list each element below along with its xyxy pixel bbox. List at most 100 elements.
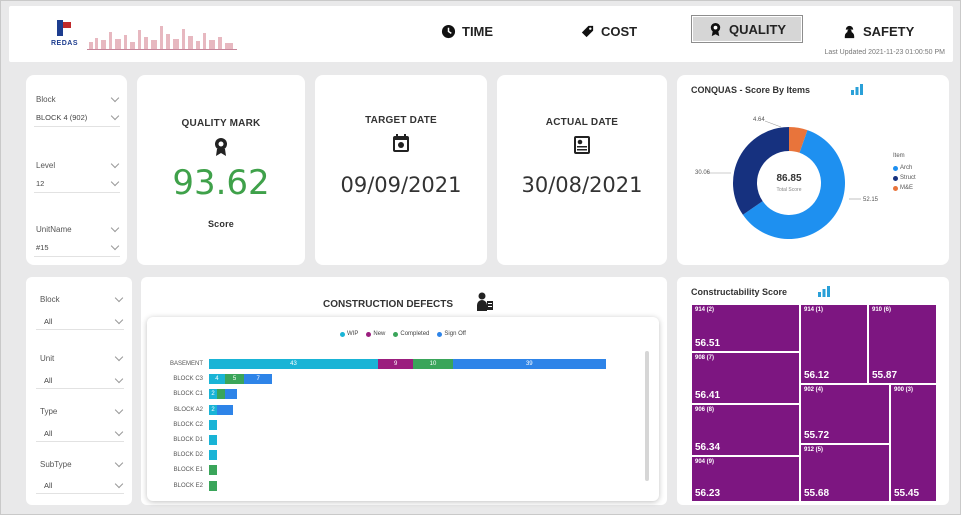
bar-segment-completed[interactable]: 5 [224,374,245,385]
filter-block2-select[interactable]: All [44,317,52,326]
chevron-down-icon[interactable] [114,405,124,415]
skyline-graphic [87,26,237,50]
chevron-down-icon[interactable] [114,293,124,303]
company-logo: REDAS [51,18,78,50]
legend-label: Completed [400,331,430,337]
treemap-cell[interactable]: 900 (3) 55.45 [890,384,937,502]
treemap-cell[interactable]: 908 (7) 56.41 [691,352,800,404]
bar-segment-wip[interactable] [209,435,217,445]
bar-segment-completed[interactable] [217,389,225,400]
constructability-title: Constructability Score [691,287,788,297]
donut-slice-struct[interactable] [733,127,789,215]
bar-segment-wip[interactable] [209,419,217,430]
bar-segment-sign-off[interactable] [217,404,233,415]
legend-item[interactable]: Sign Off [437,331,466,337]
divider [34,126,120,127]
legend-item[interactable]: Completed [393,331,429,337]
legend-label: Arch [900,165,913,171]
award-icon [710,22,721,36]
chevron-down-icon[interactable] [110,93,120,103]
chevron-down-icon[interactable] [114,458,124,468]
treemap-cell-value: 55.68 [804,488,830,499]
defects-chart-panel: WIP New Completed Sign Off BASEMENT 43 9 10 39 B… [147,317,659,501]
bar-segment-sign-off[interactable]: 7 [244,374,272,385]
legend-dot [893,175,898,181]
bar-segment-wip[interactable]: 2 [209,404,217,415]
bar-segment-sign-off[interactable]: 39 [452,359,606,369]
chevron-down-icon[interactable] [110,241,120,251]
bar-segment-wip[interactable]: 4 [209,374,225,385]
chevron-down-icon[interactable] [114,374,124,384]
calendar-icon [393,134,409,152]
divider [36,441,124,442]
constructability-treemap[interactable]: 914 (2) 56.51 914 (1) 56.12 910 (6) 55.87 908 … [691,304,937,502]
treemap-cell[interactable]: 912 (5) 55.68 [800,444,890,502]
last-updated: Last Updated 2021-11-23 01:00:50 PM [824,49,945,56]
legend-item[interactable]: New [366,331,385,337]
chevron-down-icon[interactable] [114,427,124,437]
bar-segment-new[interactable]: 9 [377,359,414,369]
legend-item[interactable]: Struct [893,175,916,181]
conquas-card: CONQUAS - Score By Items 86.85 Total Sco… [677,75,949,265]
legend-item[interactable]: M&E [893,185,916,191]
chevron-down-icon[interactable] [114,352,124,362]
treemap-cell[interactable]: 914 (2) 56.51 [691,304,800,352]
donut-label-arch: 52.15 [863,197,879,203]
chevron-down-icon[interactable] [110,177,120,187]
header-bar: REDAS TIME COST QUALITY SAFETY Last Upda… [9,6,953,62]
category-label: BLOCK D1 [173,437,203,443]
nav-safety[interactable]: SAFETY [842,18,914,44]
defects-bar-chart[interactable]: BASEMENT 43 9 10 39 BLOCK C3 4 5 7 BLOCK C1 2 BLOCK… [147,359,647,495]
filter-panel-bottom: Block All Unit All Type All SubType All [26,277,132,505]
defects-title: CONSTRUCTION DEFECTS [323,299,453,310]
filter-unit-select[interactable]: #15 [36,243,49,252]
category-label: BLOCK E1 [173,467,203,474]
chevron-down-icon[interactable] [110,223,120,233]
treemap-cell-label: 912 (5) [804,447,824,453]
bar-segment-wip[interactable] [209,450,217,461]
treemap-cell-label: 904 (9) [695,459,715,465]
chevron-down-icon[interactable] [110,159,120,169]
nav-cost[interactable]: COST [580,18,637,44]
chevron-down-icon[interactable] [110,111,120,121]
nav-time[interactable]: TIME [441,18,493,44]
kpi-actual-value: 30/08/2021 [521,173,643,197]
legend-label: Struct [900,175,916,181]
legend-label: WIP [347,331,359,337]
nav-time-label: TIME [462,23,494,39]
legend-item[interactable]: WIP [340,331,358,337]
treemap-cell-value: 56.12 [804,370,830,381]
legend-item[interactable]: Arch [893,165,916,171]
donut-label-struct: 30.06 [695,170,711,176]
treemap-cell[interactable]: 906 (8) 56.34 [691,404,800,456]
kpi-target-card: TARGET DATE 09/09/2021 [315,75,487,265]
category-label: BLOCK C3 [173,376,203,383]
treemap-cell[interactable]: 914 (1) 56.12 [800,304,868,384]
bar-segment-sign-off[interactable] [225,389,237,400]
kpi-actual-card: ACTUAL DATE 30/08/2021 [497,75,667,265]
nav-quality[interactable]: QUALITY [691,15,804,43]
filter-block2-label: Block [40,295,60,304]
scrollbar[interactable] [645,351,649,481]
filter-level-label: Level [36,161,56,170]
bar-segment-completed[interactable] [209,465,217,476]
kpi-quality-caption: Score [207,219,234,229]
bar-segment-completed[interactable]: 10 [413,359,453,369]
filter-type-select[interactable]: All [44,429,52,438]
treemap-cell[interactable]: 910 (6) 55.87 [868,304,937,384]
treemap-cell-value: 56.41 [695,390,721,401]
filter-subtype-select[interactable]: All [44,481,52,490]
chart-icon [818,286,830,297]
chevron-down-icon[interactable] [114,315,124,325]
legend-label: Sign Off [444,331,466,337]
bar-segment-completed[interactable] [209,480,217,491]
chevron-down-icon[interactable] [114,479,124,489]
divider [34,192,120,193]
filter-unit2-select[interactable]: All [44,376,52,385]
filter-block-select[interactable]: BLOCK 4 (902) [36,113,87,122]
filter-level-select[interactable]: 12 [36,179,44,188]
bar-segment-wip[interactable]: 43 [209,359,378,369]
treemap-cell[interactable]: 904 (9) 56.23 [691,456,800,502]
bar-segment-wip[interactable]: 2 [209,389,217,400]
treemap-cell[interactable]: 902 (4) 55.72 [800,384,890,444]
